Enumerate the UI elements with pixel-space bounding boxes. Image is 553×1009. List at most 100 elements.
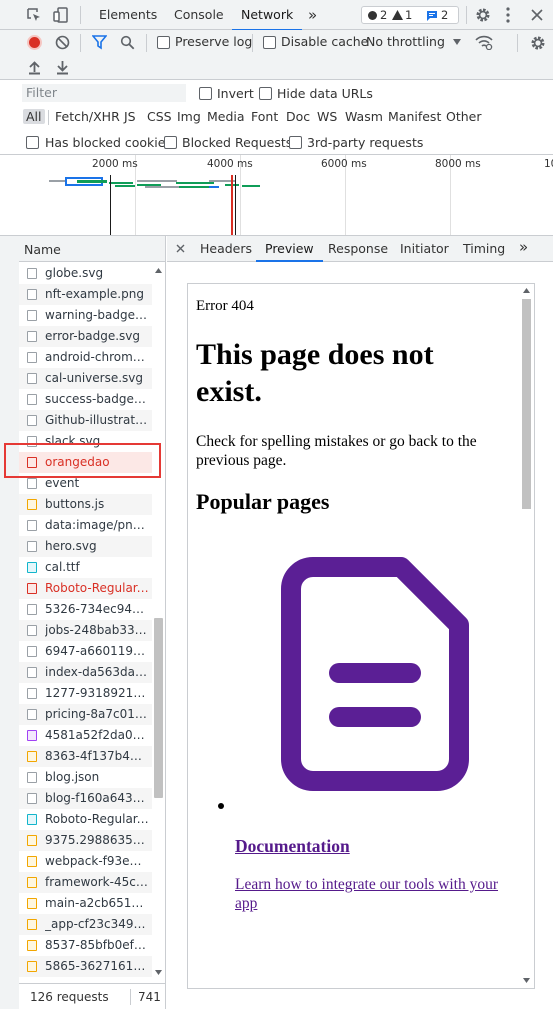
request-row[interactable]: pricing-8a7c0146a. bbox=[19, 704, 165, 725]
type-filter-manifest[interactable]: Manifest bbox=[388, 109, 441, 124]
close-detail-icon[interactable] bbox=[176, 244, 185, 253]
request-name: globe.svg bbox=[45, 266, 104, 280]
request-row[interactable]: 6947-a66011947c2 bbox=[19, 641, 165, 662]
clear-icon[interactable] bbox=[55, 35, 70, 50]
load-event-marker bbox=[231, 175, 233, 235]
disable-cache-checkbox[interactable] bbox=[263, 36, 276, 49]
scroll-down-arrow-icon[interactable] bbox=[523, 978, 530, 983]
invert-checkbox[interactable] bbox=[199, 87, 212, 100]
request-row[interactable]: 9375.2988635e50. bbox=[19, 830, 165, 851]
request-list-scrollbar[interactable] bbox=[152, 263, 165, 983]
scroll-down-arrow-icon[interactable] bbox=[155, 970, 162, 975]
request-row[interactable]: blog-f160a643864. bbox=[19, 788, 165, 809]
type-filter-ws[interactable]: WS bbox=[317, 109, 337, 124]
tab-preview[interactable]: Preview bbox=[256, 241, 323, 262]
request-row[interactable]: globe.svg bbox=[19, 263, 165, 284]
devtools-top-bar: Elements Console Network » 2 1 2 bbox=[0, 0, 553, 31]
export-har-download-icon[interactable] bbox=[56, 60, 69, 75]
request-row[interactable]: error-badge.svg bbox=[19, 326, 165, 347]
request-row[interactable]: _app-cf23c349db2. bbox=[19, 914, 165, 935]
timeline-bar-green bbox=[176, 182, 214, 184]
network-conditions-wifi-icon[interactable] bbox=[475, 35, 493, 50]
request-row[interactable]: cal-universe.svg bbox=[19, 368, 165, 389]
device-toolbar-icon[interactable] bbox=[53, 7, 69, 23]
scroll-up-arrow-icon[interactable] bbox=[523, 288, 530, 293]
search-icon[interactable] bbox=[120, 35, 135, 50]
type-filter-fetch-xhr[interactable]: Fetch/XHR bbox=[55, 109, 120, 124]
request-row[interactable]: jobs-248bab33490. bbox=[19, 620, 165, 641]
request-row[interactable]: 4581a52f2da034f8. bbox=[19, 725, 165, 746]
type-filter-font[interactable]: Font bbox=[251, 109, 278, 124]
tab-timing[interactable]: Timing bbox=[463, 241, 505, 256]
request-row[interactable]: index-da563daf32. bbox=[19, 662, 165, 683]
type-filter-css[interactable]: CSS bbox=[147, 109, 172, 124]
settings-gear-icon[interactable] bbox=[475, 7, 491, 23]
type-filter-js[interactable]: JS bbox=[124, 109, 136, 124]
request-row[interactable]: Roboto-Regular.ttf bbox=[19, 578, 165, 599]
filter-funnel-icon[interactable] bbox=[92, 35, 107, 50]
request-row[interactable]: android-chrome-19 bbox=[19, 347, 165, 368]
fetch-icon bbox=[27, 688, 37, 699]
type-filter-img[interactable]: Img bbox=[177, 109, 201, 124]
toolbar-divider bbox=[146, 34, 147, 52]
request-row[interactable]: data:image/png;ba. bbox=[19, 515, 165, 536]
request-row[interactable]: 8363-4f137b43cfc. bbox=[19, 746, 165, 767]
documentation-link[interactable]: Documentation bbox=[235, 836, 350, 857]
request-row[interactable]: main-a2cb6512411. bbox=[19, 893, 165, 914]
disable-cache-label: Disable cache bbox=[281, 34, 369, 49]
tab-console[interactable]: Console bbox=[174, 0, 224, 30]
tab-initiator[interactable]: Initiator bbox=[400, 241, 449, 256]
has-blocked-cookies-checkbox[interactable] bbox=[26, 136, 39, 149]
network-overview-timeline[interactable]: 2000 ms 4000 ms 6000 ms 8000 ms 10 bbox=[19, 155, 553, 235]
preserve-log-checkbox[interactable] bbox=[157, 36, 170, 49]
import-har-upload-icon[interactable] bbox=[28, 60, 41, 75]
request-row[interactable]: framework-45ce3d. bbox=[19, 872, 165, 893]
request-row[interactable]: cal.ttf bbox=[19, 557, 165, 578]
filter-input[interactable]: Filter bbox=[22, 84, 186, 102]
request-row[interactable]: Roboto-Regular.ttf bbox=[19, 809, 165, 830]
request-row[interactable]: webpack-f93e58be bbox=[19, 851, 165, 872]
more-tabs-button[interactable]: » bbox=[308, 0, 317, 30]
invert-label: Invert bbox=[217, 86, 254, 101]
type-filter-all[interactable]: All bbox=[23, 109, 45, 124]
type-filter-other[interactable]: Other bbox=[446, 109, 482, 124]
request-row[interactable]: nft-example.png bbox=[19, 284, 165, 305]
request-row[interactable]: Github-illustration. bbox=[19, 410, 165, 431]
dropdown-arrow-icon[interactable] bbox=[453, 39, 461, 45]
scrollbar-thumb[interactable] bbox=[154, 618, 163, 798]
inspect-element-icon[interactable] bbox=[26, 7, 42, 23]
more-detail-tabs-button[interactable]: » bbox=[519, 238, 528, 256]
throttling-select[interactable]: No throttling bbox=[366, 34, 445, 49]
issues-badges[interactable]: 2 1 2 bbox=[361, 6, 459, 24]
request-row[interactable]: 8537-85bfb0efb40. bbox=[19, 935, 165, 956]
scrollbar-thumb[interactable] bbox=[522, 299, 531, 509]
request-row[interactable]: buttons.js bbox=[19, 494, 165, 515]
type-filter-doc[interactable]: Doc bbox=[286, 109, 310, 124]
request-row[interactable]: hero.svg bbox=[19, 536, 165, 557]
blocked-requests-checkbox[interactable] bbox=[164, 136, 177, 149]
request-row[interactable]: 5865-36271616f16. bbox=[19, 956, 165, 977]
tab-network[interactable]: Network bbox=[231, 0, 303, 31]
documentation-description-link[interactable]: Learn how to integrate our tools with yo… bbox=[235, 876, 519, 913]
script-icon bbox=[27, 751, 37, 762]
request-row[interactable]: success-badge.svg bbox=[19, 389, 165, 410]
tab-response[interactable]: Response bbox=[328, 241, 388, 256]
html-preview-frame[interactable]: Error 404 This page does not exist. Chec… bbox=[187, 283, 535, 989]
request-row[interactable]: 1277-9318921f665. bbox=[19, 683, 165, 704]
third-party-requests-checkbox[interactable] bbox=[289, 136, 302, 149]
request-row[interactable]: warning-badge.svg bbox=[19, 305, 165, 326]
tab-elements[interactable]: Elements bbox=[99, 0, 157, 30]
record-button[interactable] bbox=[27, 35, 42, 50]
network-settings-gear-icon[interactable] bbox=[530, 35, 546, 51]
request-row[interactable]: blog.json bbox=[19, 767, 165, 788]
name-column-header[interactable]: Name bbox=[19, 236, 165, 262]
tab-headers[interactable]: Headers bbox=[200, 241, 252, 256]
hide-data-urls-checkbox[interactable] bbox=[259, 87, 272, 100]
preview-scrollbar[interactable] bbox=[519, 284, 534, 988]
request-row[interactable]: 5326-734ec94401c. bbox=[19, 599, 165, 620]
scroll-up-arrow-icon[interactable] bbox=[155, 268, 162, 273]
close-devtools-icon[interactable] bbox=[531, 9, 543, 21]
kebab-menu-icon[interactable] bbox=[506, 7, 510, 23]
type-filter-wasm[interactable]: Wasm bbox=[345, 109, 383, 124]
type-filter-media[interactable]: Media bbox=[207, 109, 245, 124]
